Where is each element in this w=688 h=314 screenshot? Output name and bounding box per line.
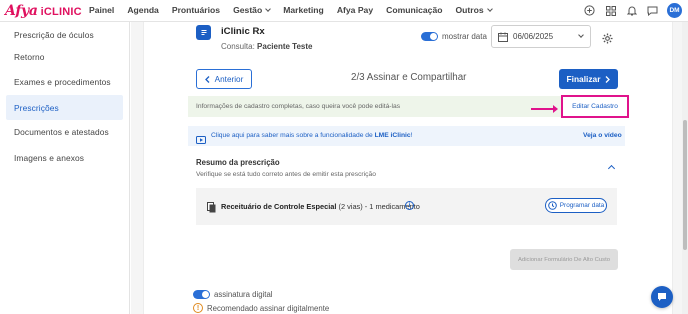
chevron-down-icon	[265, 5, 272, 12]
nav-outros-label: Outros	[455, 5, 484, 15]
nav-marketing[interactable]: Marketing	[283, 5, 324, 15]
gear-icon[interactable]	[602, 31, 613, 49]
chat-icon[interactable]	[646, 4, 659, 17]
recommendation-text: Recomendado assinar digitalmente	[207, 304, 330, 313]
prescription-item-title: Receituário de Controle Especial	[221, 202, 337, 211]
nav-painel-label: Painel	[89, 5, 115, 15]
main-nav: Painel Agenda Prontuários Gestão Marketi…	[89, 5, 505, 15]
lme-text-bold: LME iClinic	[374, 132, 411, 139]
sidebar-item-prescricoes[interactable]: Prescrições	[6, 95, 123, 120]
summary-title: Resumo da prescrição	[196, 158, 280, 167]
summary-subtitle: Verifique se está tudo correto antes de …	[196, 171, 376, 178]
sidebar-item-label: Documentos e atestados	[14, 126, 109, 137]
scrollbar-thumb[interactable]	[683, 120, 687, 250]
documents-icon	[207, 200, 216, 218]
sidebar: Prescrição de óculos Retorno Exames e pr…	[0, 22, 130, 314]
top-icons: DM	[583, 3, 682, 18]
sidebar-item-label: Prescrições	[14, 102, 59, 113]
nav-agenda-label: Agenda	[127, 5, 159, 15]
finalize-button-label: Finalizar	[566, 74, 601, 84]
previous-button[interactable]: Anterior	[196, 69, 252, 89]
top-navbar: Afya iCLINIC Painel Agenda Prontuários G…	[0, 0, 688, 22]
chevron-left-icon	[204, 75, 210, 83]
date-picker[interactable]: 06/06/2025	[491, 25, 591, 48]
nav-marketing-label: Marketing	[283, 5, 324, 15]
prescription-item-text: Receituário de Controle Especial (2 vias…	[221, 202, 420, 211]
consulta-info: Consulta: Paciente Teste	[221, 42, 312, 51]
nav-painel[interactable]: Painel	[89, 5, 114, 15]
warning-icon: !	[193, 303, 203, 313]
nav-afya-pay[interactable]: Afya Pay	[337, 5, 373, 15]
add-high-cost-form-button[interactable]: Adicionar Formulário De Alto Custo	[510, 249, 618, 270]
afya-iclinic-logo[interactable]: Afya iCLINIC	[5, 3, 82, 19]
step-indicator: 2/3 Assinar e Compartilhar	[351, 72, 467, 83]
logo-afya-text: Afya	[5, 3, 38, 19]
nav-prontuarios-label: Prontuários	[171, 5, 221, 15]
schedule-date-label: Programar data	[559, 202, 605, 209]
sidebar-item-imagens[interactable]: Imagens e anexos	[6, 145, 123, 170]
digital-signature-label: assinatura digital	[214, 290, 273, 299]
prescription-card	[143, 22, 673, 314]
sidebar-item-label: Exames e procedimentos	[14, 76, 111, 87]
finalize-button[interactable]: Finalizar	[559, 69, 618, 89]
consulta-label: Consulta:	[221, 42, 255, 51]
date-value: 06/06/2025	[513, 32, 554, 41]
patient-name: Paciente Teste	[257, 42, 313, 51]
video-icon	[196, 131, 206, 149]
nav-agenda[interactable]: Agenda	[127, 5, 159, 15]
digital-signature-toggle[interactable]	[193, 290, 210, 299]
schedule-date-button[interactable]: Programar data	[545, 198, 607, 213]
sidebar-item-documentos[interactable]: Documentos e atestados	[6, 119, 123, 144]
chevron-down-icon	[578, 32, 584, 38]
sidebar-item-label: Retorno	[14, 51, 45, 62]
sidebar-item-retorno[interactable]: Retorno	[6, 44, 123, 69]
chat-bubble-icon	[658, 293, 666, 301]
sidebar-item-label: Prescrição de óculos	[14, 29, 94, 40]
lme-text-prefix: Clique aqui para saber mais sobre a func…	[211, 132, 373, 139]
prescription-doc-icon	[196, 25, 211, 40]
show-date-label: mostrar data	[442, 32, 487, 41]
edit-registration-button[interactable]: Editar Cadastro	[561, 95, 629, 118]
previous-button-label: Anterior	[214, 74, 244, 84]
chat-support-button[interactable]	[651, 286, 673, 308]
lme-info-text[interactable]: Clique aqui para saber mais sobre a func…	[211, 132, 412, 139]
add-circle-icon[interactable]	[583, 4, 596, 17]
nav-gestao[interactable]: Gestão	[233, 5, 272, 15]
highlight-arrow	[531, 105, 558, 113]
nav-gestao-label: Gestão	[233, 5, 263, 15]
nav-comunicacao[interactable]: Comunicação	[386, 5, 442, 15]
avatar[interactable]: DM	[667, 3, 682, 18]
sidebar-item-exames[interactable]: Exames e procedimentos	[6, 69, 123, 94]
sidebar-item-label: Imagens e anexos	[14, 152, 85, 163]
lme-text-suffix: !	[410, 132, 413, 139]
watch-video-link[interactable]: Veja o vídeo	[583, 132, 622, 139]
grid-icon[interactable]	[604, 4, 617, 17]
chevron-right-icon	[606, 75, 611, 83]
logo-iclinic-text: iCLINIC	[40, 6, 82, 18]
clock-add-icon	[547, 201, 557, 210]
nav-outros[interactable]: Outros	[455, 5, 493, 15]
nav-comunicacao-label: Comunicação	[386, 5, 443, 15]
add-high-cost-form-label: Adicionar Formulário De Alto Custo	[518, 256, 610, 263]
page-title: iClinic Rx	[221, 26, 265, 37]
calendar-icon	[498, 32, 508, 42]
chevron-down-icon	[486, 5, 493, 12]
nav-prontuarios[interactable]: Prontuários	[172, 5, 220, 15]
show-date-toggle[interactable]	[421, 32, 438, 41]
info-icon[interactable]: i	[405, 201, 414, 210]
nav-afya-pay-label: Afya Pay	[336, 5, 374, 15]
registration-info-text: Informações de cadastro completas, caso …	[196, 103, 401, 110]
bell-icon[interactable]	[625, 4, 638, 17]
edit-registration-label: Editar Cadastro	[572, 103, 618, 110]
